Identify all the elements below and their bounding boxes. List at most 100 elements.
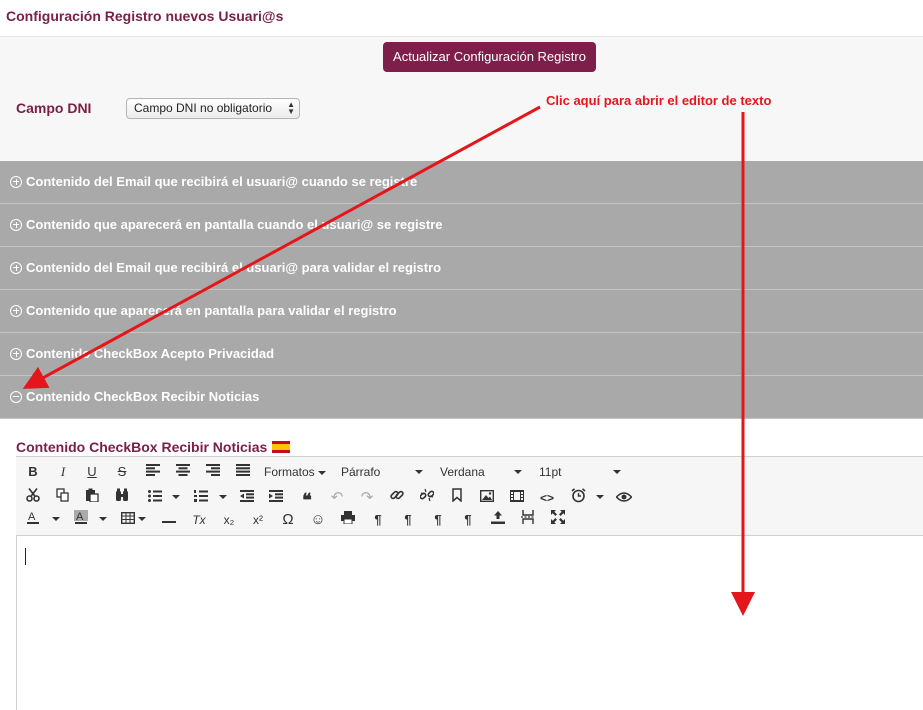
- accordion-item-email-validate[interactable]: Contenido del Email que recibirá el usua…: [0, 247, 923, 290]
- accordion-item-label: Contenido del Email que recibirá el usua…: [26, 174, 418, 189]
- pilcrow-glyph: ¶: [464, 512, 472, 527]
- dni-label: Campo DNI: [16, 100, 92, 116]
- preview-eye-icon[interactable]: [613, 488, 635, 508]
- accordion-item-screen-register[interactable]: Contenido que aparecerá en pantalla cuan…: [0, 204, 923, 247]
- plus-circle-icon: [10, 175, 22, 188]
- image-icon[interactable]: [476, 488, 498, 508]
- clock-icon[interactable]: [567, 488, 589, 508]
- align-right-icon[interactable]: [202, 462, 224, 482]
- emoticon-icon[interactable]: ☺: [307, 510, 329, 530]
- accordion-item-screen-validate[interactable]: Contenido que aparecerá en pantalla para…: [0, 290, 923, 333]
- plus-circle-icon: [10, 261, 22, 274]
- unlink-icon[interactable]: [416, 488, 438, 508]
- cut-icon[interactable]: [22, 488, 44, 508]
- chevron-down-icon: [318, 470, 327, 475]
- clear-format-icon[interactable]: Tx: [188, 510, 210, 530]
- rtl-direction-icon[interactable]: ¶: [397, 510, 419, 530]
- bookmark-icon[interactable]: [446, 488, 468, 508]
- accordion-item-privacy[interactable]: Contenido CheckBox Acepto Privacidad: [0, 333, 923, 376]
- chevron-down-icon[interactable]: [172, 495, 180, 499]
- block-format-dropdown[interactable]: Párrafo: [341, 462, 426, 482]
- font-size-dropdown[interactable]: 11pt: [539, 462, 624, 482]
- show-blocks-icon[interactable]: ¶: [427, 510, 449, 530]
- text-cursor: [25, 548, 26, 565]
- dni-select-value: Campo DNI no obligatorio: [134, 101, 273, 115]
- accordion-item-label: Contenido CheckBox Acepto Privacidad: [26, 346, 275, 361]
- fullscreen-icon[interactable]: [547, 510, 569, 530]
- accordion-item-label: Contenido del Email que recibirá el usua…: [26, 260, 442, 275]
- accordion-item-label: Contenido que aparecerá en pantalla cuan…: [26, 217, 443, 232]
- toolbar-row-2: ❝ ↶ ↷ <>: [16, 487, 923, 510]
- block-format-label: Párrafo: [341, 465, 381, 479]
- toolbar-row-3: A A Tx x₂ x² Ω ☺ ¶ ¶ ¶ ¶: [16, 509, 923, 531]
- ltr-direction-icon[interactable]: ¶: [367, 510, 389, 530]
- upload-icon[interactable]: [487, 510, 509, 530]
- toolbar-row-1: B I U S Formatos Párrafo Verdana 11pt: [16, 461, 923, 483]
- table-icon[interactable]: [117, 510, 139, 530]
- align-center-icon[interactable]: [172, 462, 194, 482]
- subscript-icon[interactable]: x₂: [218, 510, 240, 530]
- horizontal-rule-icon[interactable]: [158, 510, 180, 530]
- dni-select[interactable]: Campo DNI no obligatorio ▲ ▼: [126, 98, 300, 119]
- accordion: Contenido del Email que recibirá el usua…: [0, 161, 923, 419]
- copy-icon[interactable]: [52, 488, 74, 508]
- accordion-item-news[interactable]: Contenido CheckBox Recibir Noticias: [0, 376, 923, 419]
- formats-label: Formatos: [264, 465, 315, 479]
- accordion-item-label: Contenido CheckBox Recibir Noticias: [26, 389, 260, 404]
- redo-icon[interactable]: ↷: [356, 488, 378, 508]
- show-invisibles-icon[interactable]: ¶: [457, 510, 479, 530]
- plus-circle-icon: [10, 218, 22, 231]
- select-arrows-icon: ▲ ▼: [287, 100, 295, 116]
- annotation-text: Clic aquí para abrir el editor de texto: [546, 93, 772, 108]
- text-color-icon[interactable]: A: [22, 510, 44, 530]
- align-justify-icon[interactable]: [232, 462, 254, 482]
- find-replace-icon[interactable]: [111, 488, 133, 508]
- chevron-down-icon: [514, 470, 522, 474]
- spain-flag-icon: [272, 441, 290, 453]
- chevron-down-icon[interactable]: [596, 495, 604, 499]
- blockquote-icon[interactable]: ❝: [296, 488, 318, 510]
- formats-dropdown[interactable]: Formatos: [264, 462, 327, 482]
- bold-button[interactable]: B: [22, 462, 44, 482]
- svg-text:A: A: [28, 511, 36, 523]
- indent-icon[interactable]: [265, 488, 287, 508]
- chevron-down-icon[interactable]: [138, 517, 146, 521]
- video-icon[interactable]: [506, 488, 528, 508]
- plus-circle-icon: [10, 347, 22, 360]
- superscript-icon[interactable]: x²: [247, 510, 269, 530]
- strikethrough-button[interactable]: S: [111, 462, 133, 482]
- background-color-icon[interactable]: A: [70, 510, 92, 530]
- italic-button[interactable]: I: [52, 462, 74, 482]
- code-icon[interactable]: <>: [536, 488, 558, 508]
- page-title: Configuración Registro nuevos Usuari@s: [6, 8, 284, 24]
- print-icon[interactable]: [337, 510, 359, 530]
- align-left-icon[interactable]: [142, 462, 164, 482]
- outdent-icon[interactable]: [236, 488, 258, 508]
- bullet-list-icon[interactable]: [144, 488, 166, 508]
- special-char-icon[interactable]: Ω: [277, 510, 299, 530]
- font-size-label: 11pt: [539, 465, 562, 479]
- svg-text:A: A: [76, 511, 84, 523]
- chevron-down-icon: [613, 470, 621, 474]
- undo-icon[interactable]: ↶: [326, 488, 348, 508]
- accordion-item-label: Contenido que aparecerá en pantalla para…: [26, 303, 397, 318]
- section-label: Contenido CheckBox Recibir Noticias: [16, 439, 268, 455]
- pilcrow-glyph: ¶: [434, 512, 442, 527]
- paste-icon[interactable]: [81, 488, 103, 508]
- chevron-down-icon[interactable]: [219, 495, 227, 499]
- dni-band: [0, 79, 923, 161]
- font-family-dropdown[interactable]: Verdana: [440, 462, 525, 482]
- chevron-down-icon: [415, 470, 423, 474]
- pilcrow-glyph: ¶: [374, 512, 382, 527]
- underline-button[interactable]: U: [81, 462, 103, 482]
- chevron-down-icon[interactable]: [99, 517, 107, 521]
- minus-circle-icon: [10, 390, 22, 403]
- editor-toolbar: B I U S Formatos Párrafo Verdana 11pt ❝: [16, 457, 923, 536]
- chevron-down-icon[interactable]: [52, 517, 60, 521]
- numbered-list-icon[interactable]: [190, 488, 212, 508]
- plus-circle-icon: [10, 304, 22, 317]
- update-config-button[interactable]: Actualizar Configuración Registro: [383, 42, 596, 72]
- page-break-icon[interactable]: [517, 510, 539, 530]
- accordion-item-email-register[interactable]: Contenido del Email que recibirá el usua…: [0, 161, 923, 204]
- link-icon[interactable]: [386, 488, 408, 508]
